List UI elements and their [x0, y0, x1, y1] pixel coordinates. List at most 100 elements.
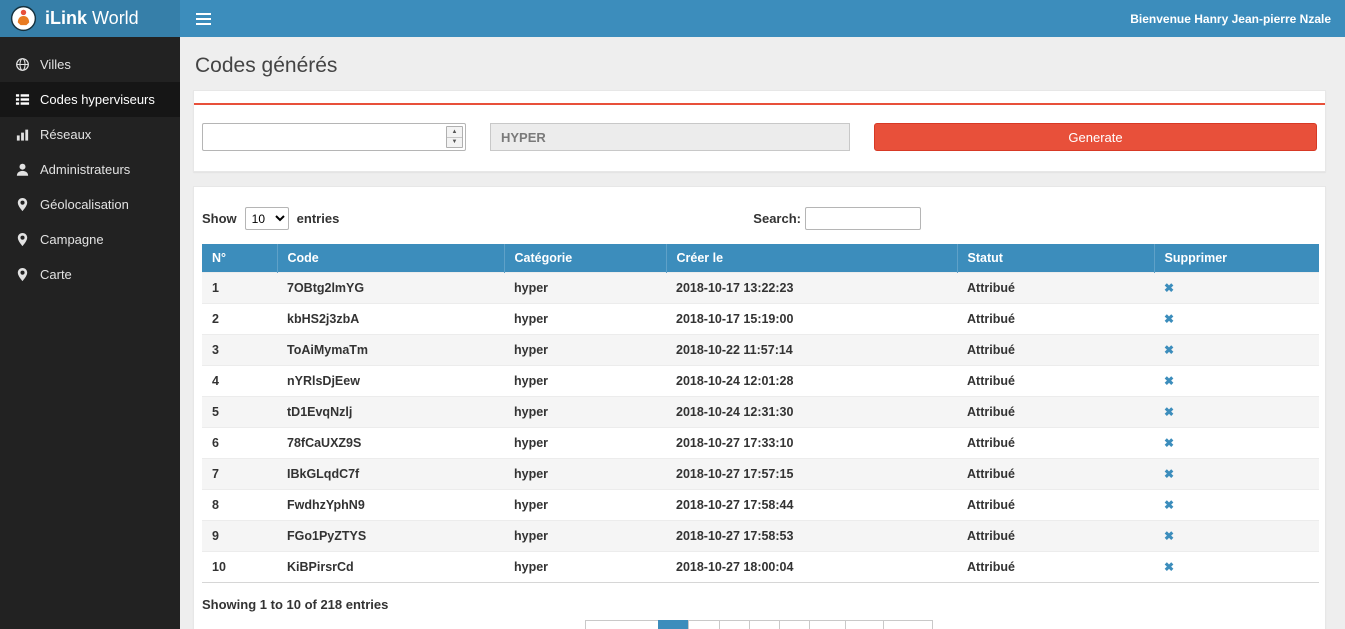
table-header-row: N°CodeCatégorieCréer leStatutSupprimer — [202, 244, 1319, 273]
code-count-input[interactable] — [203, 124, 465, 150]
pagination-22[interactable]: 22 — [845, 620, 883, 629]
sidebar-item-campagne[interactable]: Campagne — [0, 222, 180, 257]
table-row: 10KiBPirsrCdhyper2018-10-27 18:00:04Attr… — [202, 552, 1319, 583]
delete-icon[interactable]: ✖ — [1164, 498, 1174, 512]
pagination-2[interactable]: 2 — [688, 620, 719, 629]
table-row: 678fCaUXZ9Shyper2018-10-27 17:33:10Attri… — [202, 428, 1319, 459]
logo-icon — [10, 5, 37, 32]
cell-n: 7 — [202, 459, 277, 490]
cell-categorie: hyper — [504, 273, 666, 304]
pagination-1[interactable]: 1 — [658, 620, 689, 629]
table-row: 3ToAiMymaTmhyper2018-10-22 11:57:14Attri… — [202, 335, 1319, 366]
cell-categorie: hyper — [504, 490, 666, 521]
delete-icon[interactable]: ✖ — [1164, 312, 1174, 326]
delete-icon[interactable]: ✖ — [1164, 374, 1174, 388]
page-title: Codes générés — [195, 54, 1326, 78]
top-navbar: iLink World Bienvenue Hanry Jean-pierre … — [0, 0, 1345, 37]
table-row: 17OBtg2lmYGhyper2018-10-17 13:22:23Attri… — [202, 273, 1319, 304]
cell-creer-le: 2018-10-24 12:01:28 — [666, 366, 957, 397]
column-header[interactable]: Statut — [957, 244, 1154, 273]
cell-n: 8 — [202, 490, 277, 521]
list-icon — [15, 92, 30, 107]
generate-button[interactable]: Generate — [874, 123, 1317, 151]
cell-statut: Attribué — [957, 428, 1154, 459]
cell-statut: Attribué — [957, 552, 1154, 583]
sidebar-toggle-button[interactable] — [180, 0, 226, 37]
brand-text: iLink World — [45, 8, 139, 29]
delete-icon[interactable]: ✖ — [1164, 560, 1174, 574]
bar-chart-icon — [15, 127, 30, 142]
cell-categorie: hyper — [504, 428, 666, 459]
pagination-next[interactable]: Next — [883, 620, 934, 629]
cell-creer-le: 2018-10-24 12:31:30 — [666, 397, 957, 428]
pagination-ellipsis: … — [809, 620, 846, 629]
delete-icon[interactable]: ✖ — [1164, 281, 1174, 295]
column-header[interactable]: Catégorie — [504, 244, 666, 273]
sidebar-item-label: Villes — [40, 57, 71, 72]
pagination-previous: Previous — [585, 620, 660, 629]
pagination-3[interactable]: 3 — [719, 620, 750, 629]
cell-supprimer: ✖ — [1154, 335, 1319, 366]
table-info: Showing 1 to 10 of 218 entries — [202, 597, 1317, 612]
sidebar-item-label: Géolocalisation — [40, 197, 129, 212]
cell-supprimer: ✖ — [1154, 459, 1319, 490]
cell-n: 1 — [202, 273, 277, 304]
cell-code: kbHS2j3zbA — [277, 304, 504, 335]
table-row: 7IBkGLqdC7fhyper2018-10-27 17:57:15Attri… — [202, 459, 1319, 490]
app-logo[interactable]: iLink World — [0, 0, 180, 37]
page-length-control: Show 10 entries — [202, 207, 339, 230]
column-header[interactable]: Créer le — [666, 244, 957, 273]
sidebar-item-administrateurs[interactable]: Administrateurs — [0, 152, 180, 187]
search-input[interactable] — [805, 207, 921, 230]
column-header[interactable]: Code — [277, 244, 504, 273]
entries-label: entries — [297, 211, 340, 226]
cell-statut: Attribué — [957, 490, 1154, 521]
codes-table-panel: Show 10 entries Search: N°CodeCatégorieC… — [193, 186, 1326, 629]
sidebar-item-reseaux[interactable]: Réseaux — [0, 117, 180, 152]
column-header[interactable]: Supprimer — [1154, 244, 1319, 273]
cell-categorie: hyper — [504, 459, 666, 490]
globe-icon — [15, 57, 30, 72]
map-marker-icon — [15, 197, 30, 212]
cell-supprimer: ✖ — [1154, 273, 1319, 304]
table-row: 8FwdhzYphN9hyper2018-10-27 17:58:44Attri… — [202, 490, 1319, 521]
cell-categorie: hyper — [504, 335, 666, 366]
cell-supprimer: ✖ — [1154, 304, 1319, 335]
delete-icon[interactable]: ✖ — [1164, 343, 1174, 357]
pagination-4[interactable]: 4 — [749, 620, 780, 629]
show-label: Show — [202, 211, 237, 226]
delete-icon[interactable]: ✖ — [1164, 436, 1174, 450]
stepper-down-button[interactable]: ▼ — [447, 138, 462, 148]
sidebar-item-carte[interactable]: Carte — [0, 257, 180, 292]
cell-n: 9 — [202, 521, 277, 552]
cell-code: FwdhzYphN9 — [277, 490, 504, 521]
cell-supprimer: ✖ — [1154, 552, 1319, 583]
main-content: Codes générés ▲ ▼ Generate Show — [180, 37, 1345, 629]
cell-code: nYRlsDjEew — [277, 366, 504, 397]
delete-icon[interactable]: ✖ — [1164, 529, 1174, 543]
sidebar-item-villes[interactable]: Villes — [0, 47, 180, 82]
table-body: 17OBtg2lmYGhyper2018-10-17 13:22:23Attri… — [202, 273, 1319, 583]
cell-statut: Attribué — [957, 304, 1154, 335]
cell-supprimer: ✖ — [1154, 397, 1319, 428]
cell-statut: Attribué — [957, 273, 1154, 304]
sidebar-item-codes-hyperviseurs[interactable]: Codes hyperviseurs — [0, 82, 180, 117]
cell-creer-le: 2018-10-22 11:57:14 — [666, 335, 957, 366]
pagination-5[interactable]: 5 — [779, 620, 810, 629]
page-length-select[interactable]: 10 — [245, 207, 289, 230]
stepper-up-button[interactable]: ▲ — [447, 127, 462, 138]
cell-creer-le: 2018-10-17 13:22:23 — [666, 273, 957, 304]
cell-statut: Attribué — [957, 366, 1154, 397]
cell-categorie: hyper — [504, 304, 666, 335]
column-header[interactable]: N° — [202, 244, 277, 273]
cell-n: 10 — [202, 552, 277, 583]
delete-icon[interactable]: ✖ — [1164, 405, 1174, 419]
cell-code: IBkGLqdC7f — [277, 459, 504, 490]
cell-statut: Attribué — [957, 459, 1154, 490]
cell-supprimer: ✖ — [1154, 490, 1319, 521]
cell-statut: Attribué — [957, 335, 1154, 366]
sidebar-item-geolocalisation[interactable]: Géolocalisation — [0, 187, 180, 222]
sidebar-item-label: Carte — [40, 267, 72, 282]
delete-icon[interactable]: ✖ — [1164, 467, 1174, 481]
table-row: 9FGo1PyZTYShyper2018-10-27 17:58:53Attri… — [202, 521, 1319, 552]
